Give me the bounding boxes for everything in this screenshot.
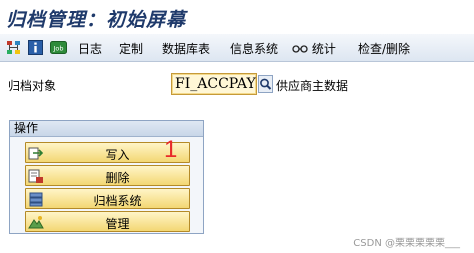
write-icon: [28, 145, 44, 161]
toolbar-information-system[interactable]: 信息系统: [230, 40, 278, 57]
search-help-icon[interactable]: [258, 75, 273, 93]
job-icon[interactable]: Job: [50, 40, 67, 55]
delete-button[interactable]: 删除: [25, 165, 190, 186]
archive-object-label: 归档对象: [8, 79, 57, 93]
watermark: CSDN @栗栗栗栗栗___: [353, 238, 460, 249]
hierarchy-icon[interactable]: [6, 40, 21, 55]
manage-icon: [28, 214, 44, 230]
toolbar-database-tables[interactable]: 数据库表: [162, 40, 210, 57]
archive-system-button[interactable]: 归档系统: [25, 188, 190, 209]
window-title: 归档管理：初始屏幕: [6, 9, 187, 31]
archive-object-description: 供应商主数据: [276, 79, 349, 93]
toolbar-statistics[interactable]: 统计: [292, 40, 336, 57]
toolbar-check-delete[interactable]: 检查/删除: [358, 40, 410, 57]
group-title: 操作: [10, 121, 203, 137]
delete-icon: [28, 168, 44, 184]
application-toolbar: Job 日志 定制 数据库表 信息系统 统计 检查/删除: [0, 34, 474, 62]
archive-system-button-label: 归档系统: [93, 194, 142, 208]
svg-text:Job: Job: [52, 45, 63, 53]
toolbar-customize[interactable]: 定制: [119, 40, 143, 57]
title-bar: 归档管理：初始屏幕: [0, 0, 474, 34]
archive-object-input[interactable]: FI_ACCPAYB: [171, 73, 257, 95]
delete-button-label: 删除: [105, 171, 130, 185]
toolbar-statistics-label: 统计: [311, 42, 336, 56]
info-icon[interactable]: [28, 40, 43, 55]
step-annotation: 1: [164, 136, 178, 163]
manage-button-label: 管理: [105, 217, 130, 231]
manage-button[interactable]: 管理: [25, 211, 190, 232]
archive-system-icon: [28, 191, 44, 207]
glasses-icon: [292, 42, 312, 56]
toolbar-log[interactable]: 日志: [78, 40, 102, 57]
